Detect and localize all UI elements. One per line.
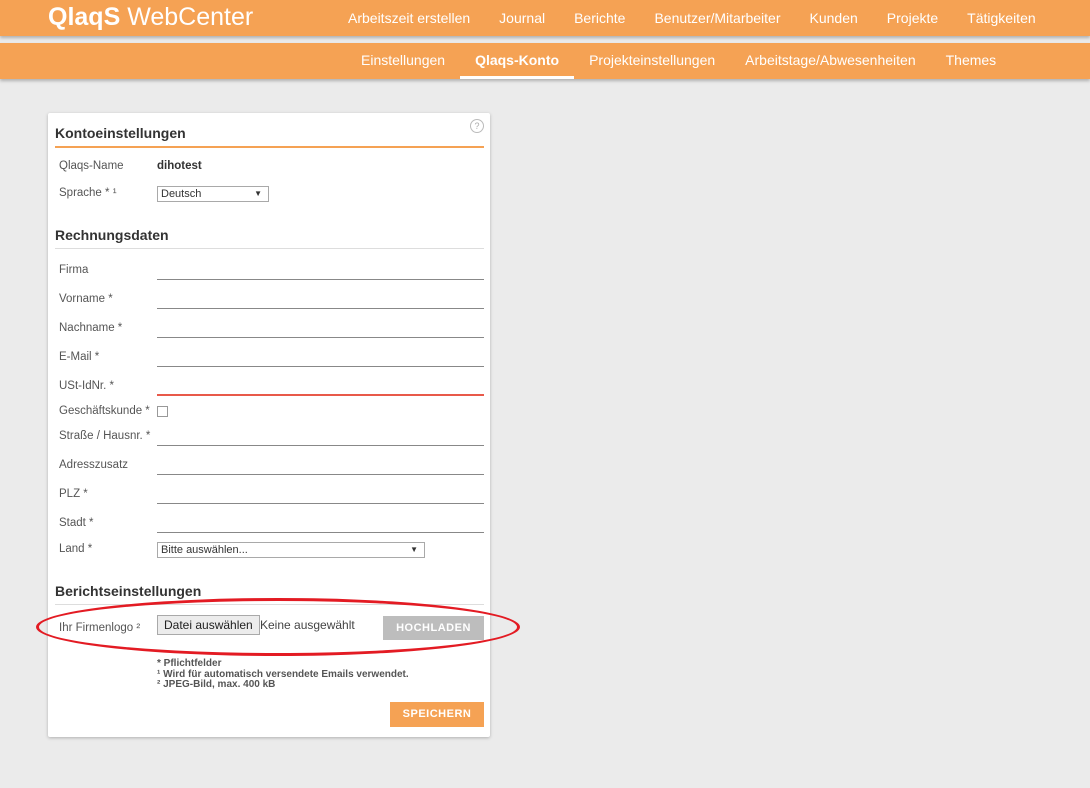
nav-arbeitszeit-erstellen[interactable]: Arbeitszeit erstellen (348, 10, 470, 26)
country-select[interactable]: Bitte auswählen... ▼ (157, 542, 425, 558)
tab-qlaqs-konto[interactable]: Qlaqs-Konto (460, 43, 575, 79)
company-logo-label: Ihr Firmenlogo ² (59, 622, 141, 634)
logo-brand: QlaqS (48, 3, 121, 31)
business-customer-label: Geschäftskunde * (59, 405, 150, 417)
company-input[interactable] (157, 261, 484, 280)
nav-benutzer-mitarbeiter[interactable]: Benutzer/Mitarbeiter (654, 10, 780, 26)
firstname-label: Vorname * (59, 293, 113, 305)
email-input[interactable] (157, 348, 484, 367)
country-select-value: Bitte auswählen... (161, 544, 248, 556)
required-note: * Pflichtfelder (157, 658, 222, 669)
qlaqs-name-label: Qlaqs-Name (59, 160, 124, 172)
vat-id-label: USt-IdNr. * (59, 380, 114, 392)
chevron-down-icon: ▼ (410, 545, 418, 554)
vat-id-input[interactable] (157, 376, 484, 396)
zip-label: PLZ * (59, 488, 88, 500)
choose-file-button[interactable]: Datei auswählen (157, 615, 260, 635)
nav-taetigkeiten[interactable]: Tätigkeiten (967, 10, 1035, 26)
settings-nav: Einstellungen Qlaqs-Konto Projekteinstel… (346, 43, 1011, 79)
nav-kunden[interactable]: Kunden (810, 10, 858, 26)
address-extra-label: Adresszusatz (59, 459, 129, 471)
language-label: Sprache * ¹ (59, 187, 117, 199)
country-label: Land * (59, 543, 93, 555)
billing-section-title: Rechnungsdaten (55, 227, 484, 249)
tab-projekteinstellungen[interactable]: Projekteinstellungen (574, 43, 730, 79)
street-label: Straße / Hausnr. * (59, 430, 151, 442)
city-label: Stadt * (59, 517, 94, 529)
city-input[interactable] (157, 514, 484, 533)
qlaqs-name-value: dihotest (157, 160, 202, 172)
save-button[interactable]: SPEICHERN (390, 702, 484, 727)
company-label: Firma (59, 264, 89, 276)
file-status-text: Keine ausgewählt (260, 618, 355, 632)
zip-input[interactable] (157, 485, 484, 504)
chevron-down-icon: ▼ (254, 189, 262, 198)
upload-button[interactable]: HOCHLADEN (383, 616, 484, 640)
top-navbar: QlaqS WebCenter Arbeitszeit erstellen Jo… (0, 0, 1090, 36)
logo-text: WebCenter (127, 3, 254, 31)
firstname-input[interactable] (157, 290, 484, 309)
lastname-label: Nachname * (59, 322, 123, 334)
tab-einstellungen[interactable]: Einstellungen (346, 43, 460, 79)
lastname-input[interactable] (157, 319, 484, 338)
app-logo[interactable]: QlaqS WebCenter (48, 2, 253, 32)
account-settings-card: ? Kontoeinstellungen Qlaqs-Name dihotest… (48, 113, 490, 737)
language-select[interactable]: Deutsch ▼ (157, 186, 269, 202)
tab-arbeitstage-abwesenheiten[interactable]: Arbeitstage/Abwesenheiten (730, 43, 930, 79)
business-customer-checkbox[interactable] (157, 406, 168, 417)
tab-themes[interactable]: Themes (931, 43, 1012, 79)
footnotes: * Pflichtfelder ¹ Wird für automatisch v… (157, 658, 409, 691)
main-nav: Arbeitszeit erstellen Journal Berichte B… (348, 0, 1065, 36)
address-extra-input[interactable] (157, 456, 484, 475)
email-label: E-Mail * (59, 351, 100, 363)
street-input[interactable] (157, 427, 484, 446)
footnote-2: ² JPEG-Bild, max. 400 kB (157, 679, 276, 690)
language-select-value: Deutsch (161, 188, 202, 200)
nav-projekte[interactable]: Projekte (887, 10, 938, 26)
nav-journal[interactable]: Journal (499, 10, 545, 26)
account-section-title: Kontoeinstellungen (55, 125, 484, 148)
sub-navbar: Einstellungen Qlaqs-Konto Projekteinstel… (0, 43, 1090, 79)
nav-berichte[interactable]: Berichte (574, 10, 625, 26)
report-section-title: Berichtseinstellungen (55, 583, 484, 605)
